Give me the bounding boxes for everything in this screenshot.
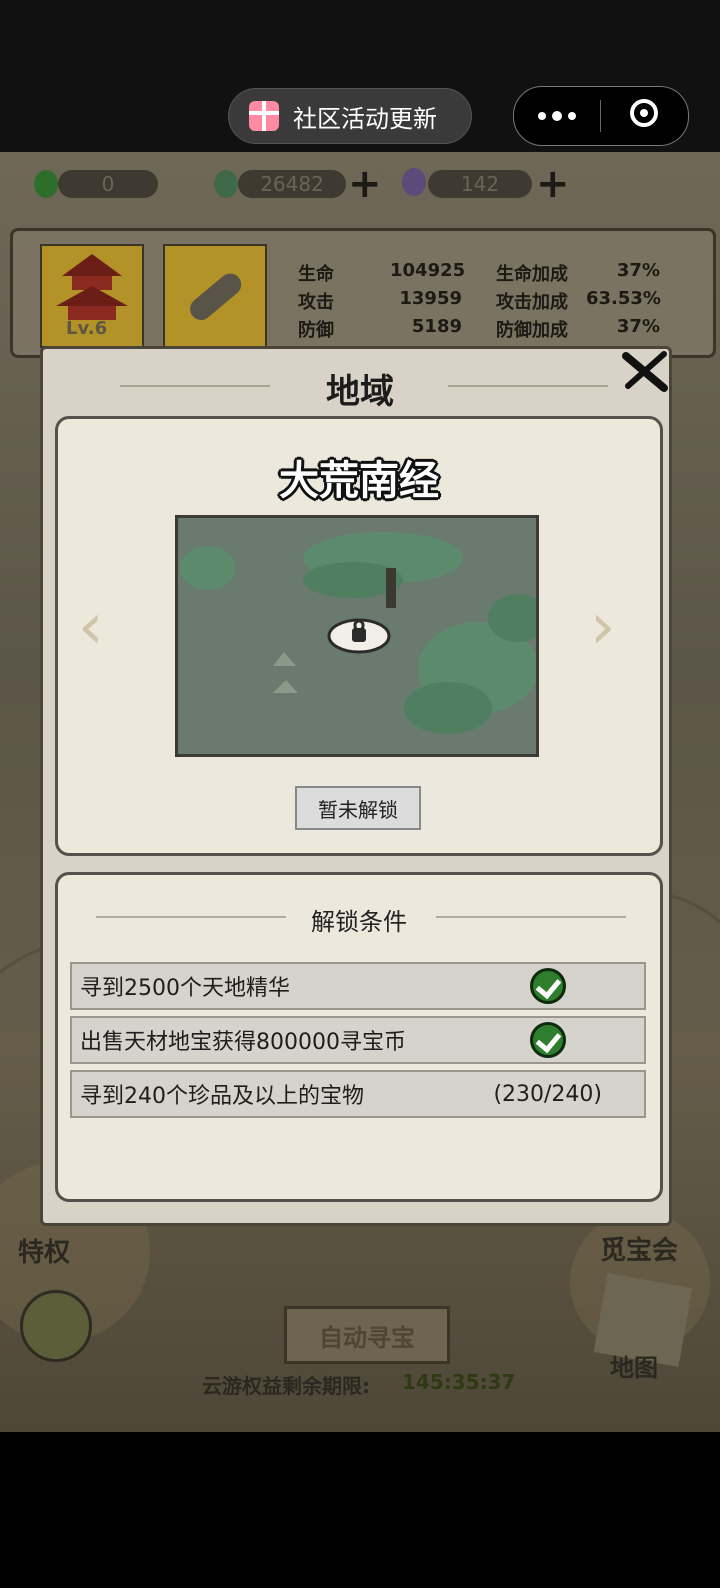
condition-text: 寻到2500个天地精华 [80, 976, 290, 1001]
stat-bonus-label-def: 防御加成 [496, 320, 568, 341]
add-jade-icon[interactable]: + [348, 164, 382, 204]
gem-icon [402, 168, 426, 196]
condition-text: 寻到240个珍品及以上的宝物 [80, 1084, 364, 1109]
privilege-label[interactable]: 特权 [18, 1232, 70, 1269]
pill-label: 社区活动更新 [293, 104, 437, 133]
stat-bonus-hp: 37% [616, 260, 660, 281]
timer-value: 145:35:37 [402, 1370, 516, 1394]
condition-row: 寻到2500个天地精华 [70, 962, 646, 1010]
capsule-divider [600, 100, 601, 132]
auto-search-button[interactable]: 自动寻宝 [284, 1306, 450, 1364]
stat-bonus-label-atk: 攻击加成 [496, 292, 568, 313]
timer-label: 云游权益剩余期限: [202, 1374, 370, 1398]
next-region-arrow-icon[interactable]: › [590, 590, 616, 664]
scroll-icon [190, 273, 242, 320]
locked-status-button: 暂未解锁 [295, 786, 421, 830]
condition-text: 出售天材地宝获得800000寻宝币 [80, 1030, 406, 1055]
check-icon [530, 1022, 566, 1058]
map-label: 地图 [610, 1354, 658, 1382]
cloud-lock-icon [327, 618, 391, 654]
gift-icon [249, 101, 279, 131]
close-miniprogram-icon[interactable] [630, 99, 658, 127]
stat-value-def: 5189 [411, 316, 462, 337]
dialog-title: 地域 [326, 372, 394, 412]
gem-counter: 142 [428, 170, 532, 198]
stat-value-hp: 104925 [390, 260, 466, 281]
stat-label-atk: 攻击 [298, 292, 334, 313]
building-level: Lv.6 [66, 318, 108, 339]
region-map-image [175, 515, 539, 757]
conditions-title: 解锁条件 [311, 908, 407, 936]
bottom-black-area [0, 1432, 720, 1588]
check-icon [530, 968, 566, 1004]
stat-bonus-atk: 63.53% [586, 288, 661, 309]
back-button-icon[interactable] [20, 1290, 92, 1362]
condition-row: 出售天材地宝获得800000寻宝币 [70, 1016, 646, 1064]
stat-label-def: 防御 [298, 320, 334, 341]
stat-label-hp: 生命 [298, 264, 334, 285]
stamina-icon [34, 170, 58, 198]
jade-icon [214, 170, 238, 198]
region-name: 大荒南经 [279, 458, 439, 504]
jade-counter: 26482 [238, 170, 346, 198]
stat-value-atk: 13959 [399, 288, 462, 309]
close-icon[interactable] [620, 350, 670, 392]
condition-progress: (230/240) [493, 1081, 602, 1107]
stat-bonus-def: 37% [616, 316, 660, 337]
scroll-building[interactable] [163, 244, 267, 348]
stamina-counter: 0 [58, 170, 158, 198]
more-options-icon[interactable] [538, 111, 576, 121]
add-gem-icon[interactable]: + [536, 164, 570, 204]
prev-region-arrow-icon[interactable]: ‹ [78, 590, 104, 664]
stat-bonus-label-hp: 生命加成 [496, 264, 568, 285]
treasure-fair-label[interactable]: 觅宝会 [600, 1230, 678, 1267]
condition-row: 寻到240个珍品及以上的宝物 (230/240) [70, 1070, 646, 1118]
community-update-pill[interactable]: 社区活动更新 [228, 88, 472, 144]
